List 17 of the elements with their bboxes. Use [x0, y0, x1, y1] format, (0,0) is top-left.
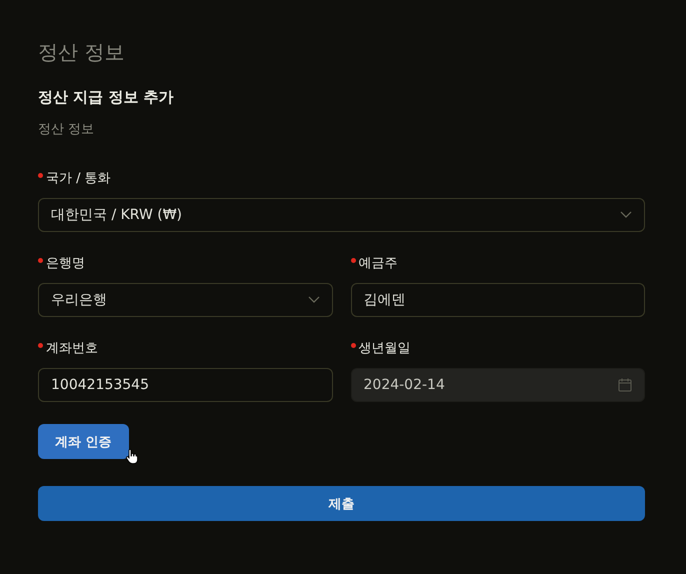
chevron-down-icon: [620, 211, 632, 219]
input-field[interactable]: 김에덴: [350, 283, 645, 317]
field-label: 계좌번호: [46, 340, 98, 358]
hand-cursor-icon: [126, 449, 138, 464]
field-label: 예금주: [358, 255, 398, 273]
select-field[interactable]: 대한민국 / KRW (₩): [38, 198, 645, 232]
field-label: 은행명: [46, 255, 85, 273]
page-title: 정산 정보: [38, 39, 126, 66]
field-label: 생년월일: [358, 340, 410, 358]
calendar-icon: [618, 378, 632, 392]
chevron-down-icon: [308, 296, 320, 304]
section-heading: 정산 정보: [38, 121, 96, 139]
form-title: 정산 지급 정보 추가: [38, 87, 175, 108]
field-label: 국가 / 통화: [46, 170, 111, 188]
submit-button[interactable]: 제출: [38, 486, 645, 521]
input-field[interactable]: 10042153545: [38, 368, 332, 402]
select-field[interactable]: 우리은행: [38, 283, 332, 317]
